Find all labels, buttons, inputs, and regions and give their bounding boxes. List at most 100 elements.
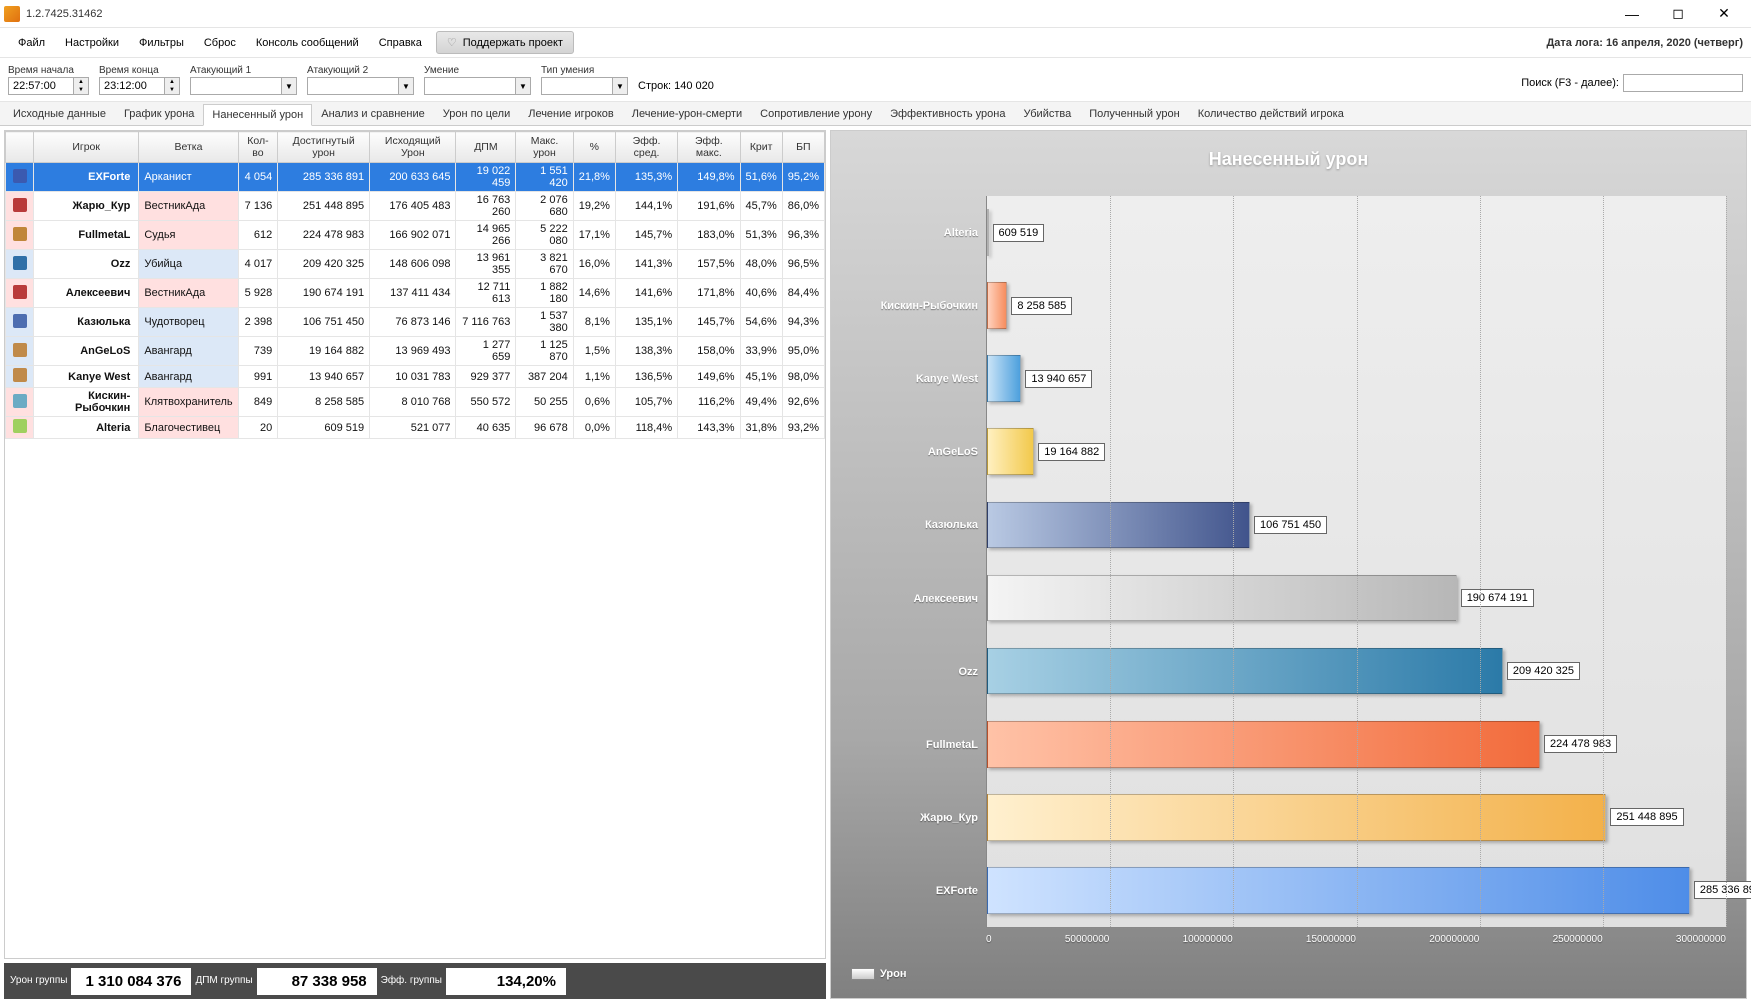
- close-button[interactable]: ✕: [1701, 0, 1747, 28]
- skilltype-combo[interactable]: ▼: [541, 77, 628, 95]
- time-start-label: Время начала: [8, 65, 89, 76]
- search-input[interactable]: [1623, 74, 1743, 92]
- cell-bp: 95,0%: [782, 337, 824, 366]
- menu-Консоль сообщений[interactable]: Консоль сообщений: [246, 31, 369, 55]
- col-header[interactable]: Макс. урон: [516, 132, 573, 163]
- chevron-down-icon[interactable]: ▼: [515, 78, 530, 94]
- col-header[interactable]: Ветка: [139, 132, 238, 163]
- chart-bar: [987, 209, 989, 256]
- cell-pct: 19,2%: [573, 192, 615, 221]
- tab-3[interactable]: Анализ и сравнение: [312, 103, 434, 125]
- chart-bar-label: 190 674 191: [1461, 589, 1534, 607]
- cell-effavg: 135,1%: [615, 308, 677, 337]
- chevron-down-icon[interactable]: ▼: [398, 78, 413, 94]
- tab-8[interactable]: Эффективность урона: [881, 103, 1014, 125]
- time-end-input[interactable]: ▲▼: [99, 77, 180, 95]
- col-header[interactable]: Кол-во: [238, 132, 278, 163]
- spin-up-icon[interactable]: ▲: [164, 78, 179, 86]
- col-header[interactable]: Исходящий Урон: [370, 132, 456, 163]
- summary-bar: Урон группы 1 310 084 376 ДПМ группы 87 …: [4, 963, 826, 999]
- col-header[interactable]: ДПМ: [456, 132, 516, 163]
- cell-branch: Судья: [139, 221, 238, 250]
- menu-Файл[interactable]: Файл: [8, 31, 55, 55]
- class-icon: [13, 343, 27, 357]
- cell-effavg: 141,6%: [615, 279, 677, 308]
- chevron-down-icon[interactable]: ▼: [281, 78, 296, 94]
- cell-effmax: 143,3%: [678, 417, 740, 439]
- table-row[interactable]: EXForteАрканист4 054285 336 891200 633 6…: [6, 163, 825, 192]
- attacker1-combo[interactable]: ▼: [190, 77, 297, 95]
- col-header[interactable]: Эфф. макс.: [678, 132, 740, 163]
- skilltype-input[interactable]: [542, 78, 612, 94]
- cell-crit: 31,8%: [740, 417, 782, 439]
- table-row[interactable]: Kanye WestАвангард99113 940 65710 031 78…: [6, 366, 825, 388]
- col-header[interactable]: Игрок: [34, 132, 139, 163]
- attacker2-input[interactable]: [308, 78, 398, 94]
- table-row[interactable]: OzzУбийца4 017209 420 325148 606 09813 9…: [6, 250, 825, 279]
- cell-player: Кискин-Рыбочкин: [34, 388, 139, 417]
- group-damage-value: 1 310 084 376: [71, 968, 191, 995]
- cell-outgoing: 200 633 645: [370, 163, 456, 192]
- cell-outgoing: 166 902 071: [370, 221, 456, 250]
- col-header[interactable]: [6, 132, 34, 163]
- menu-Сброс[interactable]: Сброс: [194, 31, 246, 55]
- chart-bar-label: 13 940 657: [1025, 370, 1092, 388]
- class-icon: [13, 285, 27, 299]
- chart-title: Нанесенный урон: [831, 131, 1746, 188]
- time-end-field[interactable]: [100, 78, 164, 94]
- tab-6[interactable]: Лечение-урон-смерти: [623, 103, 751, 125]
- col-header[interactable]: Эфф. сред.: [615, 132, 677, 163]
- time-start-field[interactable]: [9, 78, 73, 94]
- tab-0[interactable]: Исходные данные: [4, 103, 115, 125]
- maximize-button[interactable]: ◻: [1655, 0, 1701, 28]
- chevron-down-icon[interactable]: ▼: [612, 78, 627, 94]
- minimize-button[interactable]: —: [1609, 0, 1655, 28]
- titlebar: 1.2.7425.31462 — ◻ ✕: [0, 0, 1751, 28]
- table-row[interactable]: Жарю_КурВестникАда7 136251 448 895176 40…: [6, 192, 825, 221]
- spin-down-icon[interactable]: ▼: [164, 86, 179, 94]
- attacker2-combo[interactable]: ▼: [307, 77, 414, 95]
- chart-bar: [987, 648, 1503, 695]
- cell-dpm: 7 116 763: [456, 308, 516, 337]
- table-row[interactable]: FullmetaLСудья612224 478 983166 902 0711…: [6, 221, 825, 250]
- time-start-input[interactable]: ▲▼: [8, 77, 89, 95]
- cell-pct: 8,1%: [573, 308, 615, 337]
- cell-max: 1 551 420: [516, 163, 573, 192]
- tab-7[interactable]: Сопротивление урону: [751, 103, 881, 125]
- cell-crit: 33,9%: [740, 337, 782, 366]
- spin-up-icon[interactable]: ▲: [73, 78, 88, 86]
- menu-Справка[interactable]: Справка: [369, 31, 432, 55]
- group-dpm-value: 87 338 958: [257, 968, 377, 995]
- chart-bar-label: 106 751 450: [1254, 516, 1327, 534]
- tab-5[interactable]: Лечение игроков: [519, 103, 623, 125]
- cell-outgoing: 176 405 483: [370, 192, 456, 221]
- skill-input[interactable]: [425, 78, 515, 94]
- chart-ylabel: Ozz: [831, 635, 986, 708]
- col-header[interactable]: БП: [782, 132, 824, 163]
- donate-button[interactable]: ♡ Поддержать проект: [436, 31, 574, 54]
- table-row[interactable]: Кискин-РыбочкинКлятвохранитель8498 258 5…: [6, 388, 825, 417]
- table-row[interactable]: AnGeLoSАвангард73919 164 88213 969 4931 …: [6, 337, 825, 366]
- group-eff-label: Эфф. группы: [381, 976, 442, 986]
- cell-effavg: 144,1%: [615, 192, 677, 221]
- cell-count: 4 017: [238, 250, 278, 279]
- spin-down-icon[interactable]: ▼: [73, 86, 88, 94]
- menu-Настройки[interactable]: Настройки: [55, 31, 129, 55]
- tab-9[interactable]: Убийства: [1015, 103, 1081, 125]
- col-header[interactable]: Достигнутый урон: [278, 132, 370, 163]
- table-row[interactable]: КазюлькаЧудотворец2 398106 751 45076 873…: [6, 308, 825, 337]
- tab-2[interactable]: Нанесенный урон: [203, 104, 312, 126]
- tab-4[interactable]: Урон по цели: [434, 103, 519, 125]
- menu-Фильтры[interactable]: Фильтры: [129, 31, 194, 55]
- skill-combo[interactable]: ▼: [424, 77, 531, 95]
- tab-10[interactable]: Полученный урон: [1080, 103, 1189, 125]
- cell-effmax: 157,5%: [678, 250, 740, 279]
- col-header[interactable]: Крит: [740, 132, 782, 163]
- tab-11[interactable]: Количество действий игрока: [1189, 103, 1353, 125]
- tab-1[interactable]: График урона: [115, 103, 203, 125]
- table-row[interactable]: AlteriaБлагочестивец20609 519521 07740 6…: [6, 417, 825, 439]
- col-header[interactable]: %: [573, 132, 615, 163]
- cell-reached: 224 478 983: [278, 221, 370, 250]
- attacker1-input[interactable]: [191, 78, 281, 94]
- table-row[interactable]: АлексеевичВестникАда5 928190 674 191137 …: [6, 279, 825, 308]
